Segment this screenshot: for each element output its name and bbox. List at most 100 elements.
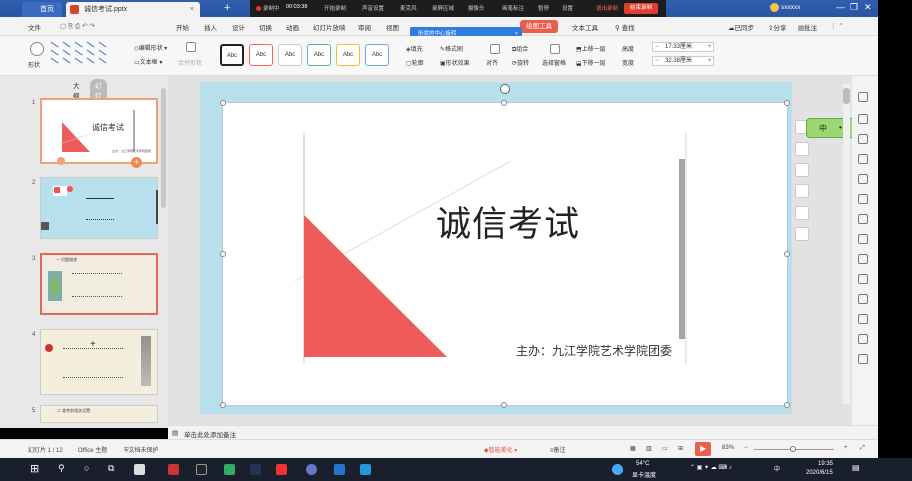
smart-beautify-button[interactable]: ◆智能美化 ▾	[484, 445, 517, 454]
close-window-button[interactable]: ✕	[864, 2, 872, 13]
width-field[interactable]: −32.38厘米 +	[652, 56, 714, 66]
menu-transition[interactable]: 切换	[259, 22, 272, 32]
widgets-icon[interactable]: ⧉	[108, 463, 114, 474]
shape-style-4[interactable]: Abc	[307, 44, 331, 66]
recorder-item-3[interactable]: 录屏区域	[432, 4, 454, 12]
sidebar-table-icon[interactable]	[858, 214, 868, 224]
tab-document[interactable]: 诚信考试.pptx ×	[66, 2, 200, 17]
group-button[interactable]: ⧉组合	[512, 44, 528, 54]
text-box-button[interactable]: ▭文本框 ▾	[134, 57, 162, 66]
recorder-item-4[interactable]: 摄像头	[468, 4, 485, 12]
menu-review[interactable]: 审阅	[358, 22, 371, 32]
float-pen-icon[interactable]	[795, 142, 809, 156]
height-field[interactable]: −17.33厘米 +	[652, 42, 714, 52]
sidebar-layout-icon[interactable]	[858, 254, 868, 264]
shape-label[interactable]: 形状	[28, 60, 40, 69]
sync-status[interactable]: ☁已同步	[728, 22, 754, 32]
float-fill-icon[interactable]	[795, 163, 809, 177]
shape-style-2[interactable]: Abc	[249, 44, 273, 66]
view-reading-icon[interactable]: ▭	[662, 445, 668, 452]
slide-thumb-2[interactable]	[40, 177, 158, 239]
line-shapes-gallery[interactable]	[48, 40, 110, 64]
zoom-slider-thumb[interactable]	[790, 446, 796, 452]
more-options-icon[interactable]: ⋮ ⌃	[830, 22, 844, 30]
recorder-item-5[interactable]: 画笔标注	[502, 4, 524, 12]
shape-icon[interactable]	[30, 42, 44, 56]
handle-left[interactable]	[220, 251, 226, 257]
account-area[interactable]: sxxxxx	[770, 3, 801, 12]
slide-thumb-4[interactable]	[40, 329, 158, 395]
canvas-scrollbar[interactable]	[843, 84, 850, 404]
sidebar-image-icon[interactable]	[858, 274, 868, 284]
new-tab-button[interactable]: +	[206, 1, 230, 16]
edit-shape-button[interactable]: ◇编辑形状 ▾	[134, 43, 167, 52]
clock-date[interactable]: 2020/6/15	[806, 470, 833, 476]
outline-button[interactable]: ▢轮廓	[406, 58, 424, 67]
sidebar-select-icon[interactable]	[858, 114, 868, 124]
sidebar-grid-icon[interactable]	[858, 154, 868, 164]
menu-drawing-tools[interactable]: 绘图工具	[520, 20, 558, 33]
notification-icon[interactable]: ▤	[852, 463, 860, 472]
menu-slideshow[interactable]: 幻灯片放映	[313, 22, 346, 32]
menu-text-tools[interactable]: 文本工具	[572, 22, 598, 32]
ime-lang[interactable]: 中	[819, 123, 827, 134]
shape-effect-button[interactable]: ▣形状效果	[440, 58, 470, 67]
app-icon-6[interactable]	[276, 464, 287, 475]
share-button[interactable]: ⇪分享	[768, 22, 786, 32]
shape-style-1[interactable]: Abc	[220, 44, 244, 66]
search-taskbar-icon[interactable]: ⚲	[58, 463, 65, 474]
rotate-button[interactable]: ⟳旋转	[512, 58, 529, 67]
height-increase[interactable]: +	[707, 43, 711, 51]
menu-insert[interactable]: 插入	[204, 22, 217, 32]
handle-bottom-left[interactable]	[220, 402, 226, 408]
zoom-in-button[interactable]: +	[844, 445, 848, 451]
canvas-scroll-thumb[interactable]	[843, 88, 850, 104]
fit-window-icon[interactable]: ⤢	[860, 445, 865, 452]
shape-style-3[interactable]: Abc	[278, 44, 302, 66]
app-icon-4[interactable]	[224, 464, 235, 475]
fill-button[interactable]: ◈填充	[406, 44, 423, 53]
slide-thumb-3[interactable]: 一 问题描述	[40, 253, 158, 315]
shape-style-5[interactable]: Abc	[336, 44, 360, 66]
app-icon-3[interactable]	[196, 464, 207, 475]
view-grid-icon[interactable]: ⊞	[678, 445, 683, 452]
handle-bottom[interactable]	[501, 402, 507, 408]
handle-right[interactable]	[784, 251, 790, 257]
recorder-item-7[interactable]: 设置	[562, 4, 573, 12]
stop-recording-button[interactable]: 结束录制	[624, 3, 658, 14]
add-slide-icon[interactable]: +	[131, 157, 142, 168]
send-backward-button[interactable]: ⬓下移一层	[576, 58, 606, 67]
menu-animation[interactable]: 动画	[286, 22, 299, 32]
view-normal-icon[interactable]: ▦	[630, 445, 636, 452]
app-icon-9[interactable]	[360, 464, 371, 475]
handle-top-left[interactable]	[220, 100, 226, 106]
sidebar-shape-icon[interactable]	[858, 134, 868, 144]
steam-icon[interactable]	[250, 464, 261, 475]
slide-subtitle[interactable]: 主办：九江学院艺术学院团委	[516, 342, 672, 359]
rotate-handle[interactable]	[500, 84, 510, 94]
quick-access-icons[interactable]: ▢ ⎘ ⎙ ↶ ↷	[60, 22, 95, 31]
recorder-item-6[interactable]: 暂停	[538, 4, 549, 12]
tray-icons[interactable]: ⌃ ▣ ✦ ☁ ⌨ ♪	[690, 464, 732, 471]
slide-thumb-5[interactable]: 二 查考前相关设置	[40, 405, 158, 423]
menu-file[interactable]: 文件	[28, 22, 41, 32]
bring-forward-button[interactable]: ⬒上移一层	[576, 44, 606, 53]
slides-pane-scrollbar[interactable]	[161, 88, 166, 208]
sidebar-animation-icon[interactable]	[858, 314, 868, 324]
sidebar-history-icon[interactable]	[858, 334, 868, 344]
ime-punct[interactable]: •	[839, 123, 842, 132]
menu-view[interactable]: 视图	[386, 22, 399, 32]
add-slide-button[interactable]: +	[90, 339, 96, 350]
select-pane-button[interactable]: 选择窗格	[542, 58, 566, 67]
zoom-level[interactable]: 83%	[722, 445, 734, 451]
float-text-icon[interactable]	[795, 206, 809, 220]
width-increase[interactable]: +	[707, 57, 711, 65]
notes-toggle[interactable]: ≡备注	[550, 445, 566, 454]
minimize-button[interactable]: —	[836, 2, 845, 12]
comment-button[interactable]: ▤批注	[798, 22, 817, 32]
handle-top[interactable]	[501, 100, 507, 106]
doc-protect-status[interactable]: ⛨文档未保护	[124, 445, 159, 455]
float-effect-icon[interactable]	[795, 227, 809, 241]
sidebar-chart-icon[interactable]	[858, 174, 868, 184]
slide-thumb-1[interactable]: 主办：九江学院艺术学院团委 诚信考试	[40, 98, 158, 164]
